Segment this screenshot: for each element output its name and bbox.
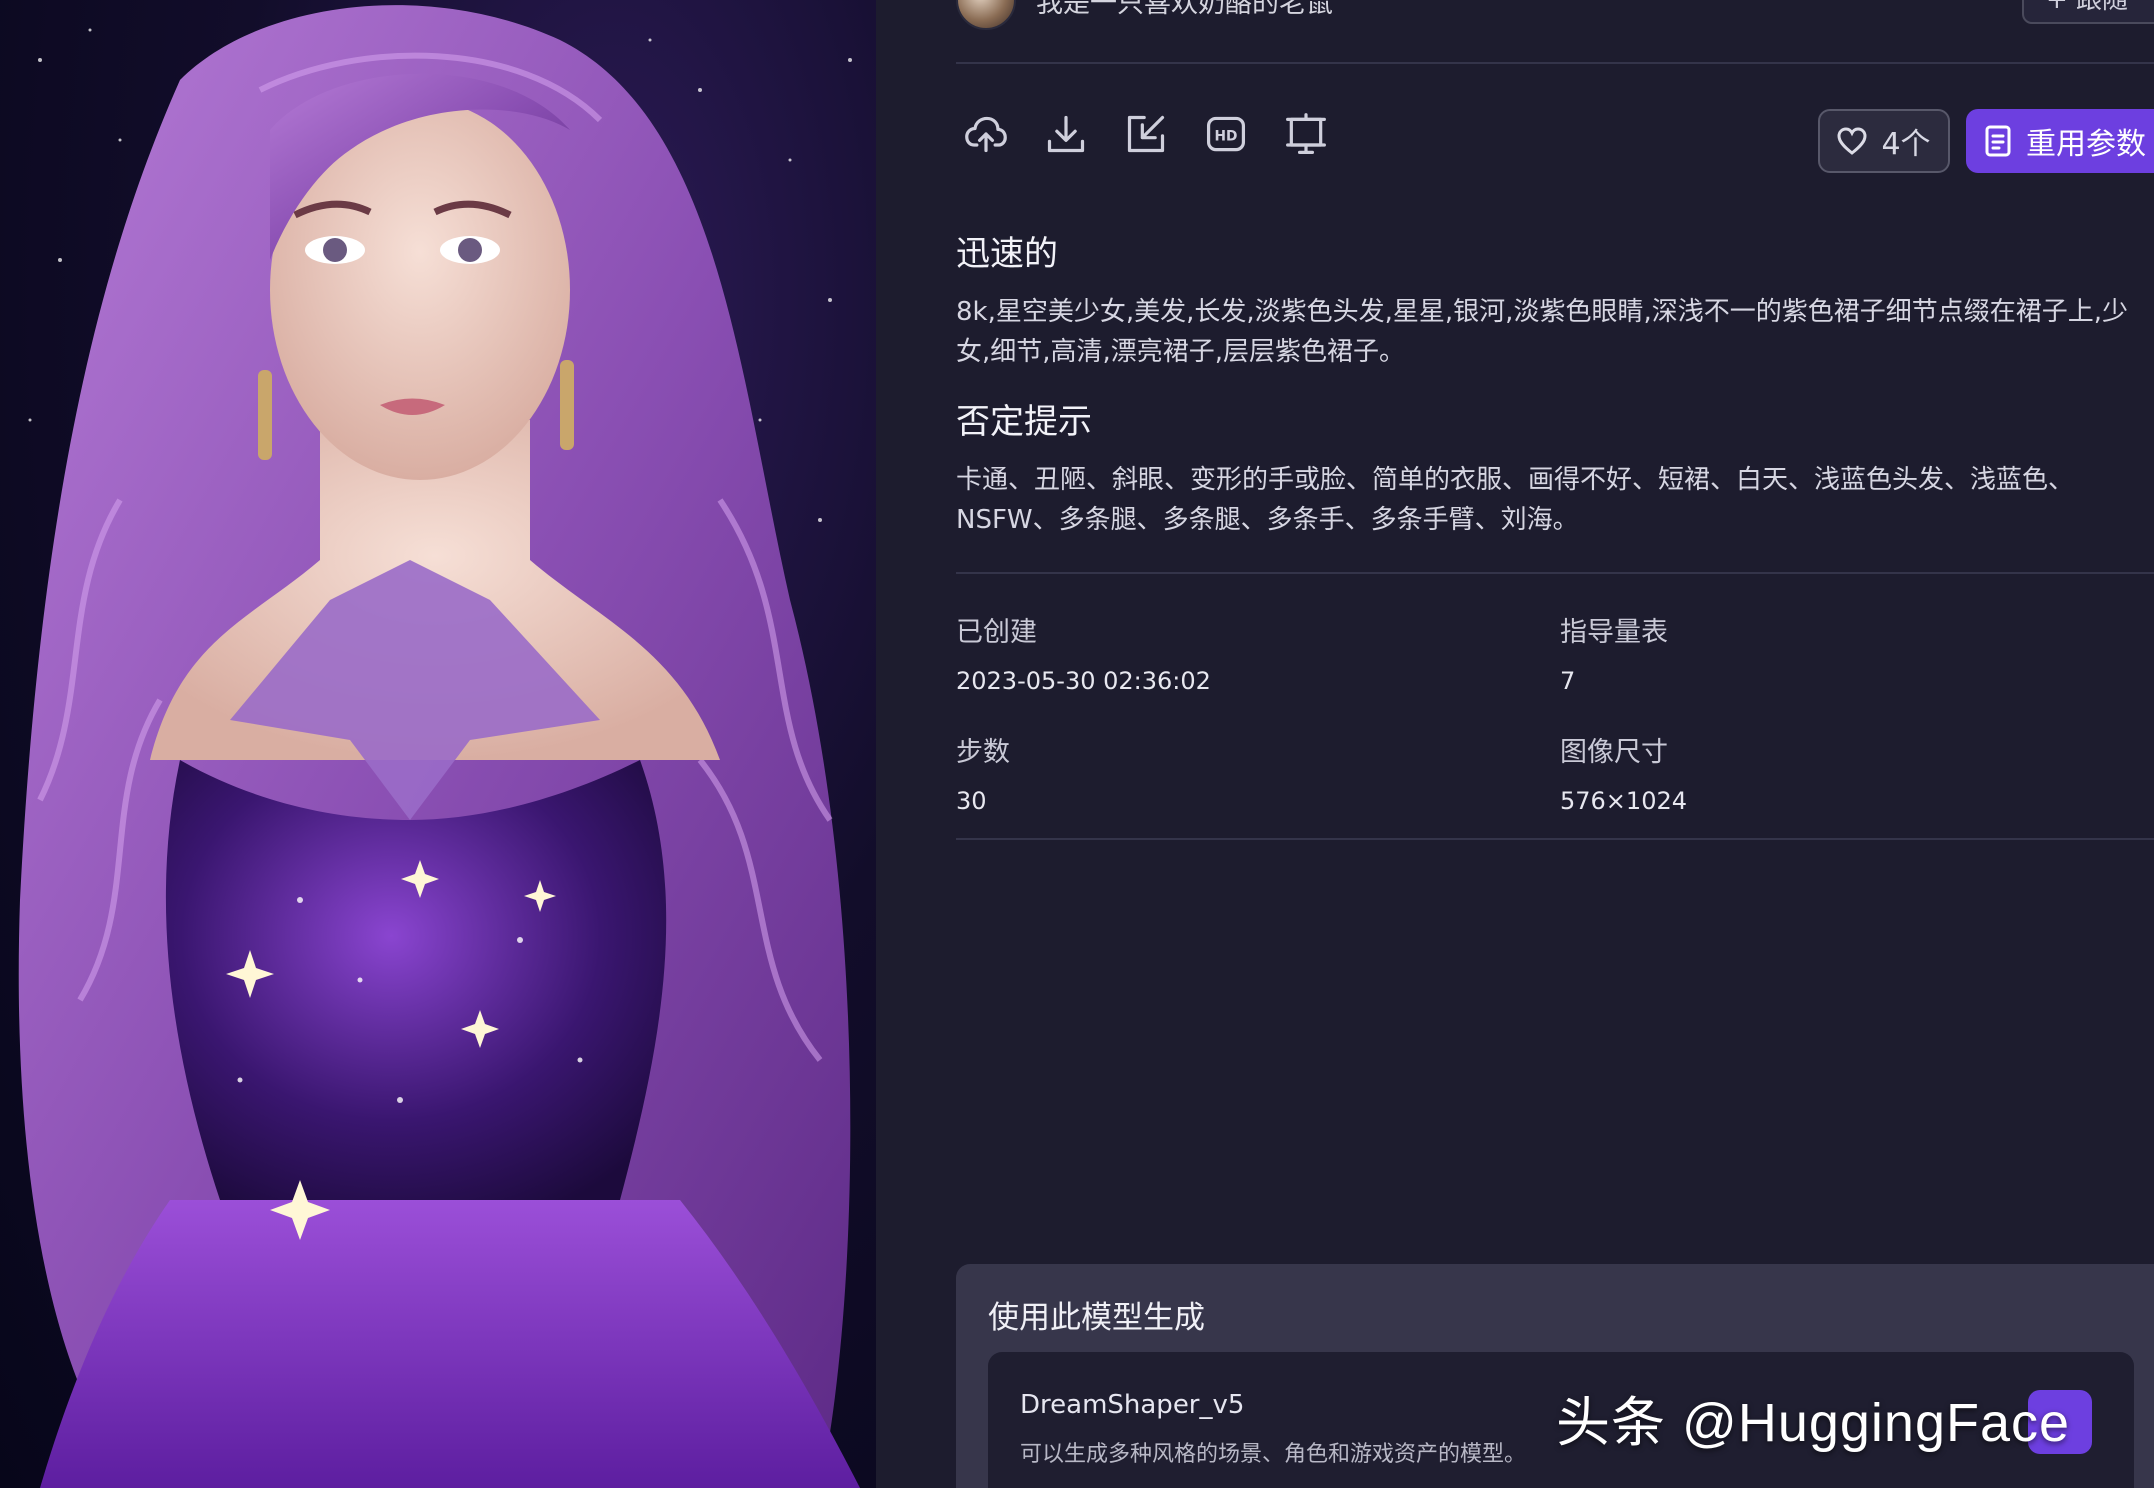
image-details-panel: 我是一只喜欢奶酪的老鼠 + 跟随 HD [876,0,2154,1488]
reuse-params-button[interactable]: 重用参数 [1966,109,2154,173]
export-icon[interactable] [1124,106,1168,162]
like-button[interactable]: 4个 [1818,109,1950,173]
negative-prompt-title: 否定提示 [956,402,1092,442]
model-description: 可以生成多种风格的场景、角色和游戏资产的模型。 [1020,1442,1527,1467]
svg-text:HD: HD [1215,128,1238,144]
avatar[interactable] [956,0,1016,30]
prompt-title: 迅速的 [956,234,1058,274]
guidance-field: 指导量表 7 [1560,610,1668,695]
divider [956,572,2154,574]
follow-button[interactable]: + 跟随 [2022,0,2154,24]
steps-label: 步数 [956,737,1010,768]
created-field: 已创建 2023-05-30 02:36:02 [956,610,1211,695]
like-count: 4个 [1881,127,1931,162]
image-size-label: 图像尺寸 [1560,737,1668,768]
download-icon[interactable] [1044,106,1088,162]
model-name: DreamShaper_v5 [1020,1390,1245,1420]
hd-icon[interactable]: HD [1204,106,1248,162]
reuse-params-label: 重用参数 [2026,127,2146,162]
generate-title: 使用此模型生成 [988,1300,1205,1336]
slideshow-icon[interactable] [1284,106,1328,162]
prompt-text: 8k,星空美少女,美发,长发,淡紫色头发,星星,银河,淡紫色眼睛,深浅不一的紫色… [956,297,2128,367]
watermark: 头条 @HuggingFace [1556,1393,2071,1453]
created-value: 2023-05-30 02:36:02 [956,667,1211,695]
image-size-field: 图像尺寸 576×1024 [1560,730,1687,815]
divider [956,62,2154,64]
image-toolbar: HD [964,106,1328,162]
created-label: 已创建 [956,617,1037,648]
generated-image[interactable] [0,0,876,1488]
negative-prompt-text: 卡通、丑陋、斜眼、变形的手或脸、简单的衣服、画得不好、短裙、白天、浅蓝色头发、浅… [956,465,2075,535]
author-row[interactable]: 我是一只喜欢奶酪的老鼠 [956,0,1333,30]
artwork-illustration [18,5,860,1488]
guidance-label: 指导量表 [1560,617,1668,648]
guidance-value: 7 [1560,667,1576,695]
divider [956,838,2154,840]
image-size-value: 576×1024 [1560,787,1687,815]
steps-field: 步数 30 [956,730,1010,815]
steps-value: 30 [956,787,987,815]
document-icon [1985,125,2011,157]
heart-icon [1837,127,1867,155]
cloud-upload-icon[interactable] [964,106,1008,162]
author-name[interactable]: 我是一只喜欢奶酪的老鼠 [1036,0,1333,20]
